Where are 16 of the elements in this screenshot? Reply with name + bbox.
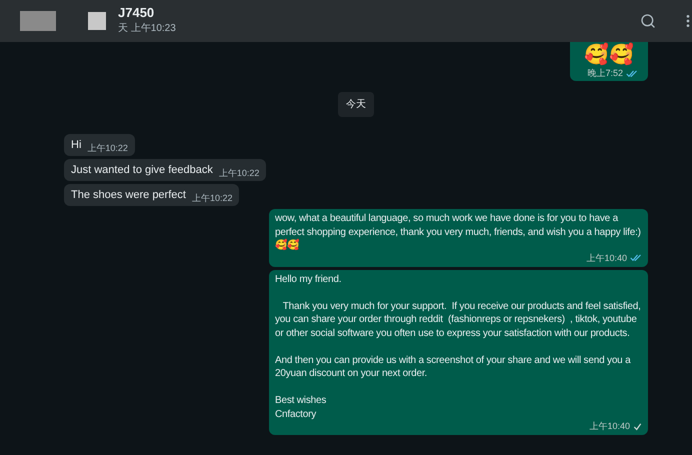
emoji-text: 🥰🥰 xyxy=(584,42,634,68)
message-time: 上午10:40 xyxy=(589,421,630,432)
search-icon[interactable] xyxy=(640,13,656,29)
message-time: 上午10:22 xyxy=(218,166,260,180)
message-time: 晚上7:52 xyxy=(587,68,623,79)
message-time: 上午10:22 xyxy=(87,142,128,154)
message-time: 上午10:22 xyxy=(192,192,232,204)
message-time: 上午10:40 xyxy=(586,252,627,264)
message-text: The shoes were perfect xyxy=(71,188,186,202)
date-chip: 今天 xyxy=(338,92,374,117)
message-text: Hi xyxy=(71,138,82,152)
contact-name: J7450 xyxy=(118,5,156,21)
message-text: Hello my friend. Thank you very much for your support. If you receive our products and feel satisfied, you can share your order through reddit (fashionreps or repsnekers) , tiktok, youtube or other social software you often use to express your satisfaction with our products. And then you can provide us with a screenshot of your share and we will send you a 20yuan discount on your next order. Best wishes Cnfactory xyxy=(275,272,642,421)
message-text: Just wanted to give feedback xyxy=(71,163,213,177)
message-text: wow, what a beautiful language, so much work we have done is for you to have a perfect shopping experience, thank you very much, friends, and wish you a happy life:)🥰🥰 xyxy=(275,212,642,252)
last-seen: 天 上午10:23 xyxy=(118,22,176,36)
